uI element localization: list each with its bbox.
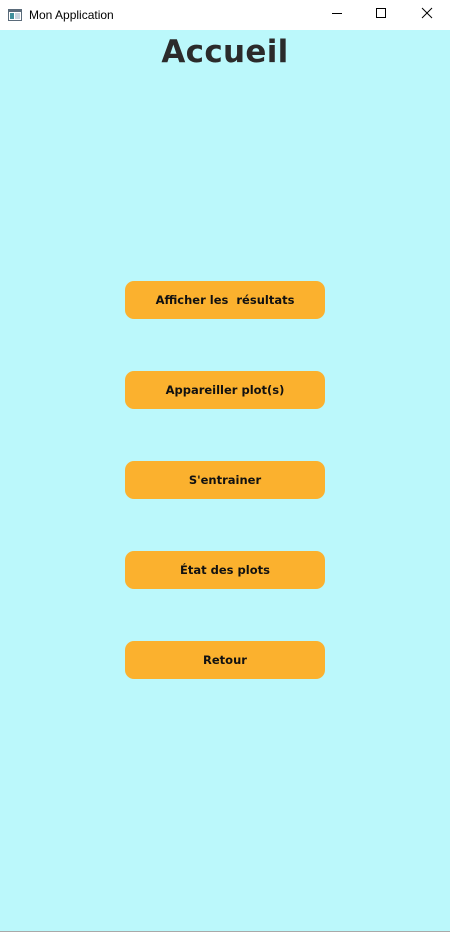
close-icon	[421, 6, 433, 24]
minimize-button[interactable]	[314, 0, 360, 30]
app-icon	[8, 8, 22, 21]
maximize-button[interactable]	[358, 0, 404, 30]
title-bar[interactable]: Mon Application	[0, 0, 450, 30]
back-button[interactable]: Retour	[125, 641, 325, 679]
close-button[interactable]	[404, 0, 450, 30]
page-title: Accueil	[161, 34, 289, 70]
minimize-icon	[331, 6, 343, 24]
plots-status-button[interactable]: État des plots	[125, 551, 325, 589]
app-window: Mon Application Accueil Afficher les rés…	[0, 0, 450, 932]
show-results-button[interactable]: Afficher les résultats	[125, 281, 325, 319]
window-title: Mon Application	[29, 8, 114, 22]
pair-plots-button[interactable]: Appareiller plot(s)	[125, 371, 325, 409]
main-content: Accueil Afficher les résultats Appareill…	[0, 30, 450, 931]
maximize-icon	[375, 6, 387, 24]
train-button[interactable]: S'entrainer	[125, 461, 325, 499]
